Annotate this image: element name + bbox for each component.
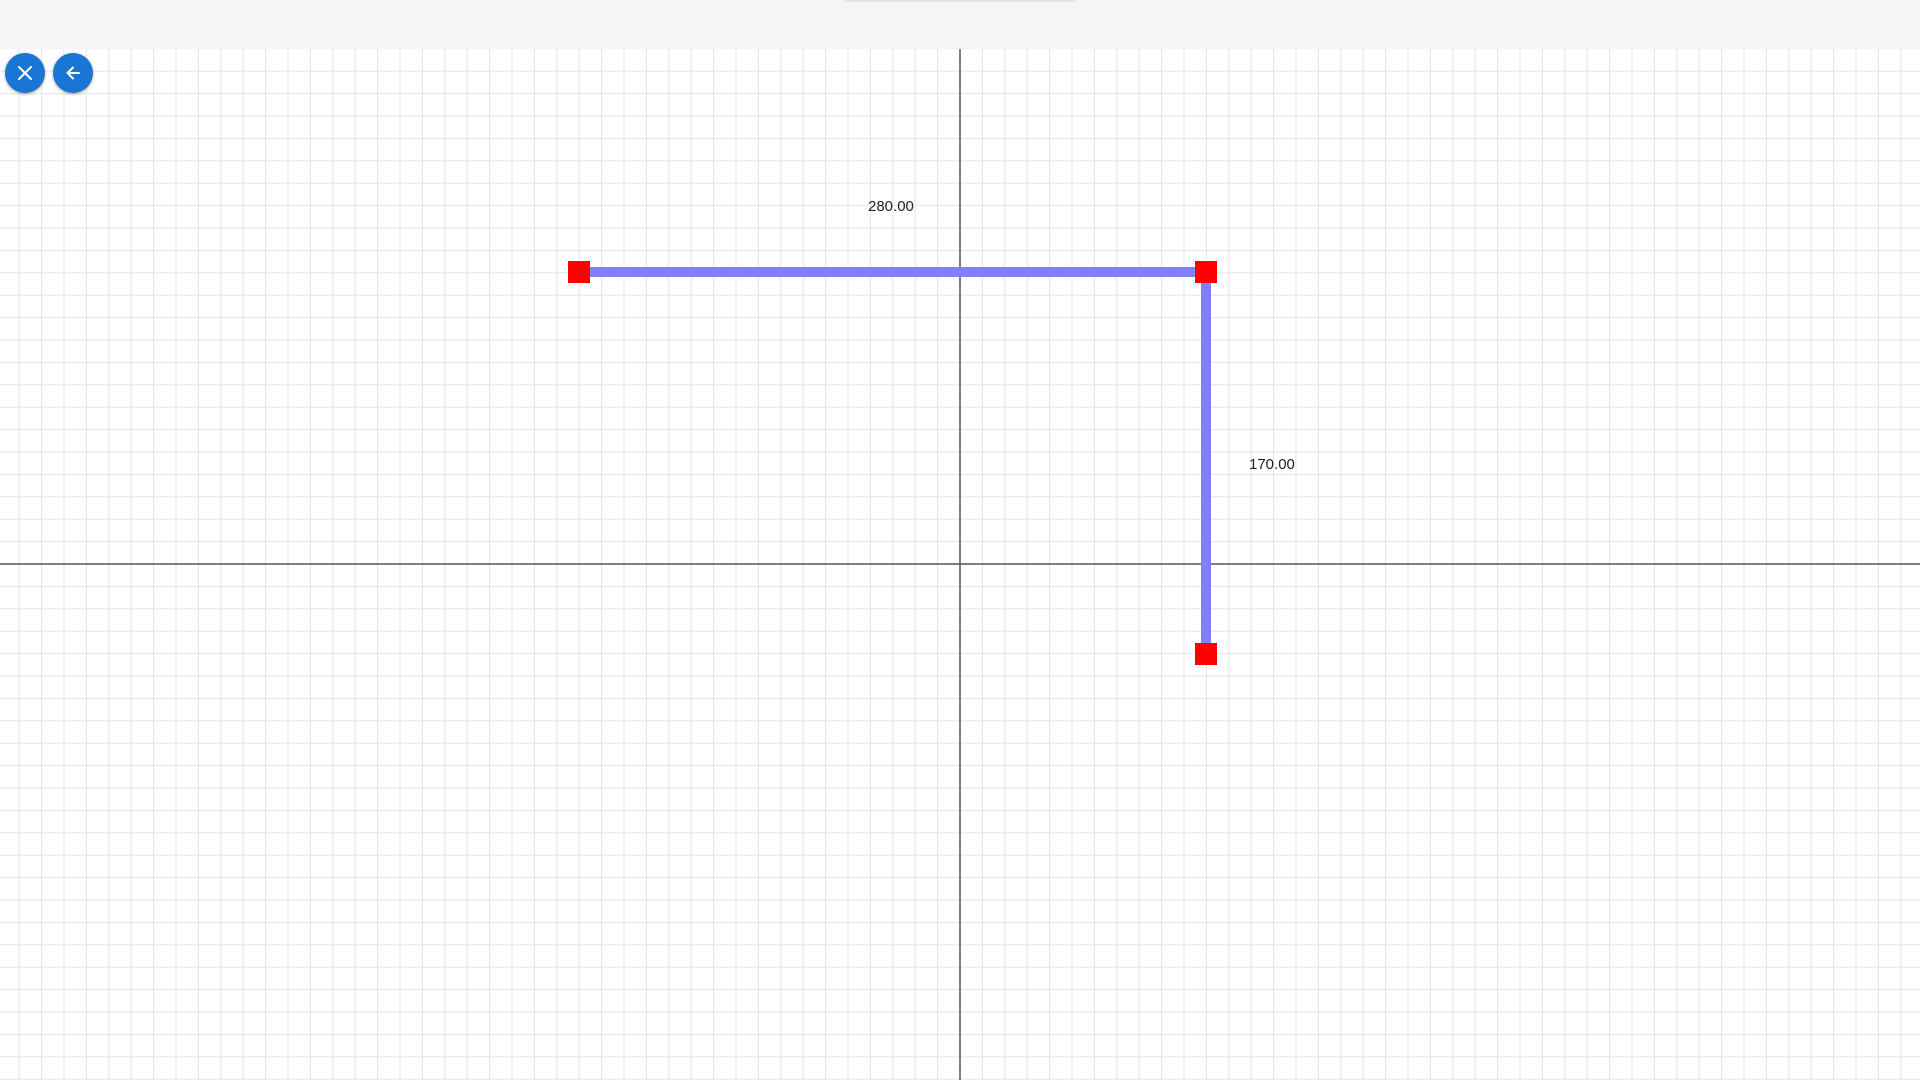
arrow-left-icon xyxy=(66,66,80,80)
close-icon xyxy=(18,66,32,80)
segment-length-label-top: 280.00 xyxy=(868,198,914,215)
segment-length-label-right: 170.00 xyxy=(1249,456,1295,473)
vertex-handle-corner[interactable] xyxy=(1195,261,1217,283)
vertex-handle-left[interactable] xyxy=(568,261,590,283)
close-button[interactable] xyxy=(5,53,45,93)
drawing-svg[interactable]: 280.00 170.00 xyxy=(0,0,1920,1080)
vertex-handle-bottom[interactable] xyxy=(1195,643,1217,665)
back-button[interactable] xyxy=(53,53,93,93)
